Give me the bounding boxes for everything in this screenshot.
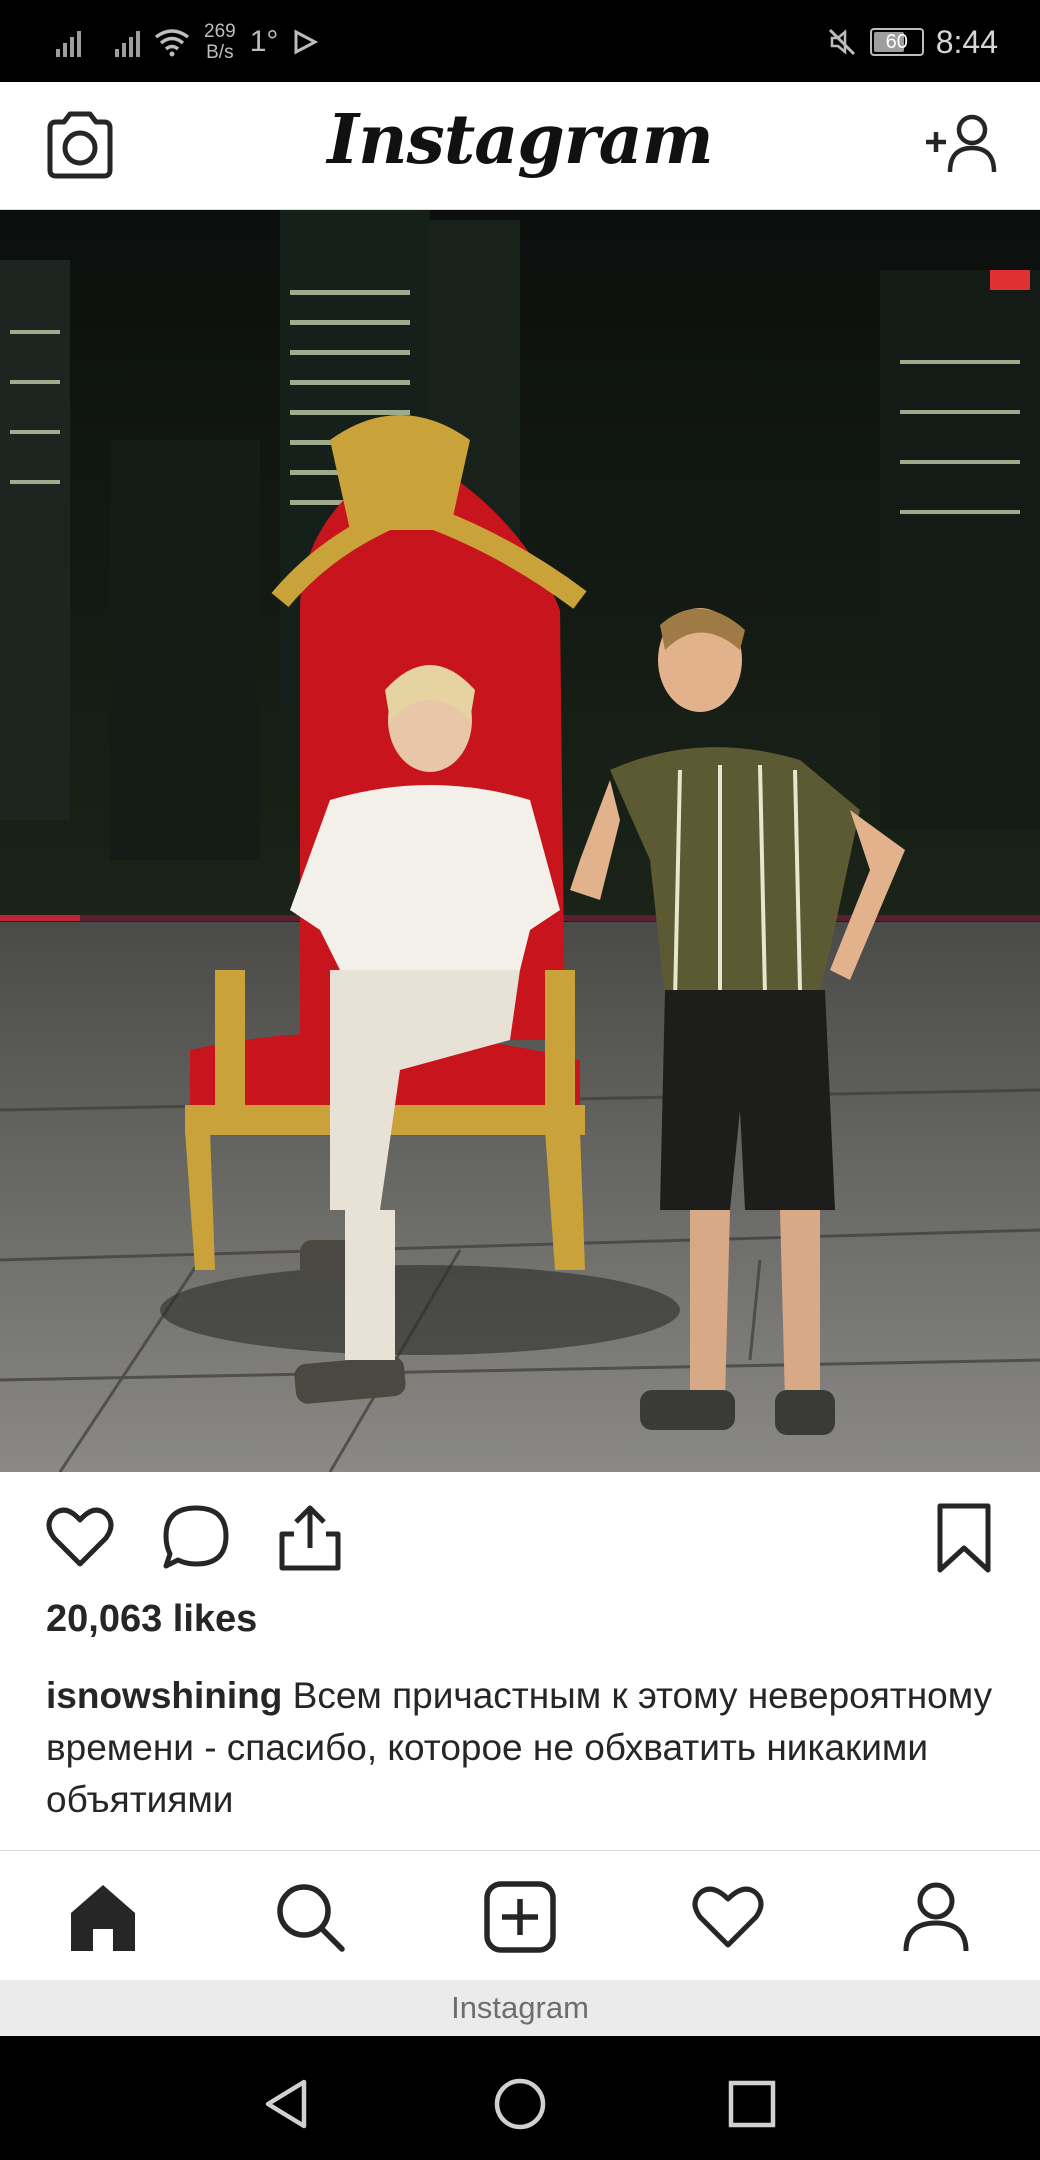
new-post-icon[interactable] bbox=[482, 1879, 558, 1955]
post-photo-illustration bbox=[0, 210, 1040, 1472]
caption-username[interactable]: isnowshining bbox=[46, 1675, 282, 1716]
home-icon[interactable] bbox=[65, 1879, 141, 1955]
instagram-logo: Instagram bbox=[327, 100, 713, 180]
comment-icon[interactable] bbox=[160, 1502, 232, 1574]
bookmark-icon[interactable] bbox=[928, 1502, 1000, 1574]
wifi-icon bbox=[154, 29, 190, 57]
clock: 8:44 bbox=[935, 23, 998, 60]
android-nav-bar bbox=[0, 2036, 1040, 2160]
post-photo[interactable] bbox=[0, 210, 1040, 1472]
search-icon[interactable] bbox=[272, 1879, 348, 1955]
signal-icon bbox=[115, 27, 140, 57]
mute-icon bbox=[828, 28, 855, 56]
status-left: 269 B/s 1° bbox=[56, 14, 319, 70]
app-header: Instagram bbox=[0, 82, 1040, 210]
net-speed: 269 B/s bbox=[204, 21, 236, 63]
net-speed-unit: B/s bbox=[206, 42, 234, 63]
post-caption: isnowshining Всем причастным к этому нев… bbox=[46, 1670, 1006, 1826]
recents-icon[interactable] bbox=[722, 2074, 782, 2134]
temperature: 1° bbox=[249, 25, 279, 58]
back-icon[interactable] bbox=[258, 2074, 318, 2134]
heart-icon[interactable] bbox=[44, 1502, 116, 1574]
profile-icon[interactable] bbox=[898, 1879, 974, 1955]
likes-count[interactable]: 20,063 likes bbox=[46, 1598, 257, 1641]
battery-level: 60 bbox=[885, 30, 908, 53]
app-name-label: Instagram bbox=[0, 1980, 1040, 2036]
post-actions bbox=[0, 1472, 1040, 1592]
play-icon bbox=[294, 29, 319, 55]
add-user-icon[interactable] bbox=[922, 112, 1000, 176]
status-right: 60 8:44 bbox=[826, 14, 998, 70]
share-icon[interactable] bbox=[274, 1502, 346, 1574]
net-speed-value: 269 bbox=[204, 21, 236, 42]
signal-icon bbox=[56, 27, 81, 57]
activity-icon[interactable] bbox=[690, 1879, 766, 1955]
home-circle-icon[interactable] bbox=[490, 2074, 550, 2134]
battery-icon: 60 bbox=[869, 28, 924, 56]
status-bar: 269 B/s 1° 60 8:44 bbox=[0, 0, 1040, 82]
bottom-tab-bar bbox=[0, 1850, 1040, 1980]
